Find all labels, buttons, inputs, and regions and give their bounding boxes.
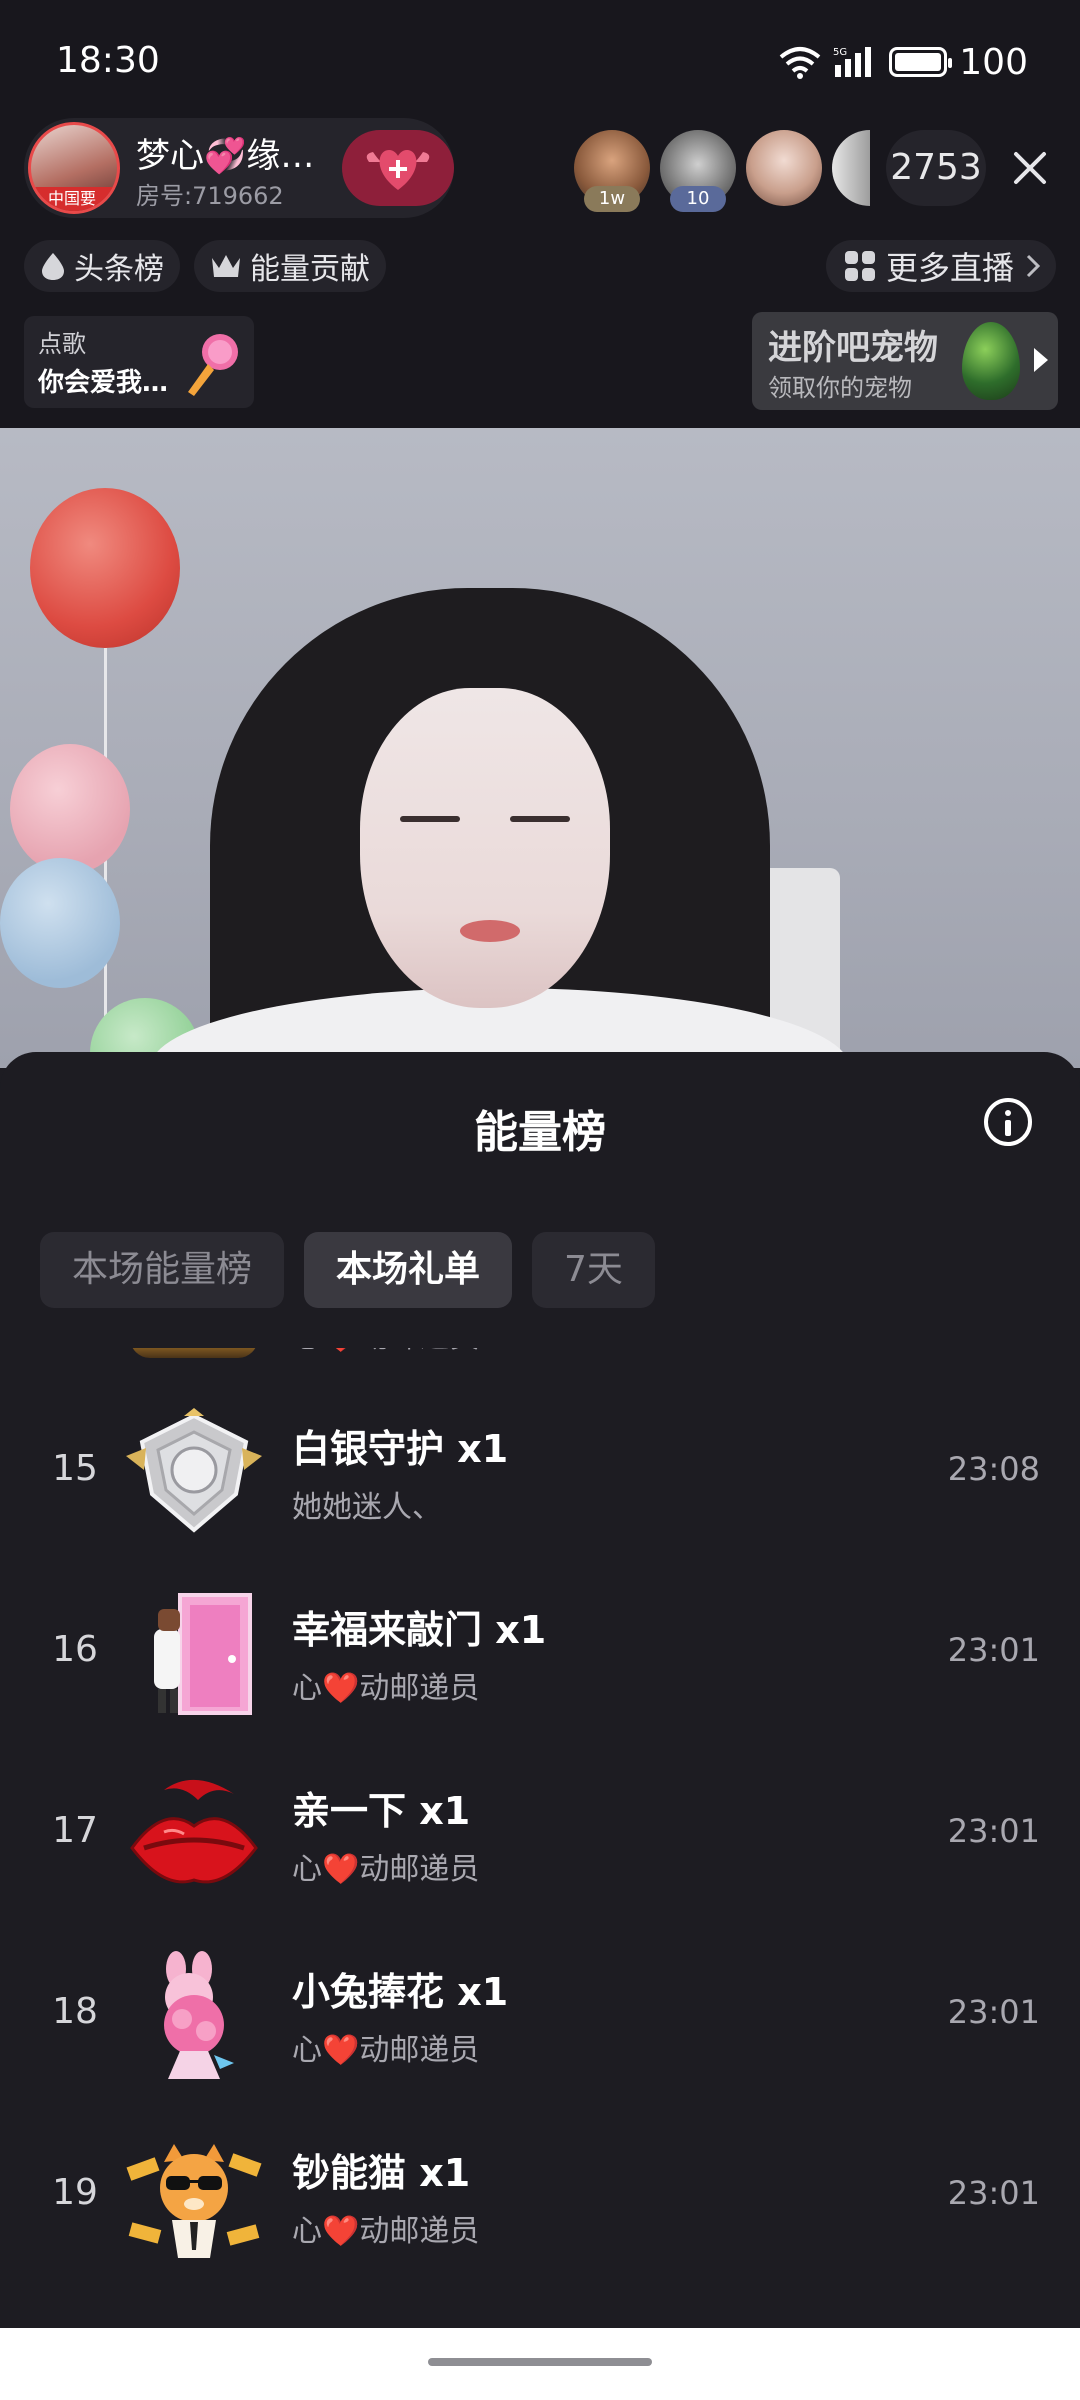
- eye: [400, 816, 460, 822]
- rank-number: 18: [52, 1991, 98, 2032]
- rank-number: 17: [52, 1810, 98, 1851]
- gift-giver: 心❤️动邮递员: [292, 1852, 480, 1887]
- tab-session-gift-list[interactable]: 本场礼单: [304, 1232, 513, 1308]
- gift-time: 23:01: [947, 1812, 1040, 1850]
- room-number: 房号:719662: [136, 182, 284, 210]
- status-time: 18:30: [56, 40, 160, 81]
- play-arrow-icon: [1034, 348, 1048, 372]
- follow-button[interactable]: [342, 130, 454, 206]
- home-indicator[interactable]: [428, 2358, 652, 2366]
- money-cat-icon: [126, 2144, 262, 2258]
- signal-label: 5G: [833, 47, 847, 58]
- gift-giver: 心❤️动邮递员: [292, 1671, 480, 1706]
- song-request-label: 点歌: [38, 330, 86, 358]
- tab-7-days[interactable]: 7天: [532, 1232, 655, 1308]
- tab-session-energy-rank[interactable]: 本场能量榜: [40, 1232, 285, 1308]
- battery-icon: [889, 47, 953, 77]
- rank-number: 15: [52, 1448, 98, 1489]
- viewer-avatar[interactable]: 10: [660, 130, 736, 212]
- crown-icon: [212, 255, 240, 277]
- streamer-face: [360, 688, 610, 1008]
- viewer-avatar[interactable]: [746, 130, 822, 206]
- tag-label: 头条榜: [74, 252, 164, 287]
- heart-wings-plus-icon: [366, 150, 430, 190]
- sheet-title: 能量榜: [474, 1107, 606, 1158]
- gift-name: 钞能猫 x1: [292, 2151, 471, 2195]
- gift-image-partial: [130, 1348, 258, 1358]
- battery-level: 100: [959, 41, 1028, 83]
- rank-tags: 头条榜 能量贡献: [24, 240, 386, 292]
- pet-promo-card[interactable]: 进阶吧宠物 领取你的宠物: [752, 312, 1058, 410]
- more-live-label: 更多直播: [885, 249, 1014, 287]
- rank-number: 16: [52, 1629, 98, 1670]
- tag-label: 能量贡献: [250, 252, 370, 287]
- viewer-avatar[interactable]: [832, 130, 870, 206]
- gift-name: 小兔捧花 x1: [292, 1970, 509, 2014]
- list-item[interactable]: 15 白银守护 x1 她她迷人、 23:08: [0, 1382, 1080, 1563]
- bunny-bouquet-icon: [164, 1951, 234, 2079]
- song-title: 你会爱我…: [38, 368, 169, 398]
- system-nav-bar: [0, 2328, 1080, 2400]
- drop-icon: [42, 253, 64, 280]
- viewer-level-badge: 10: [670, 186, 726, 212]
- red-lips-icon: [130, 1779, 258, 1884]
- list-item[interactable]: 19 钞能猫 x1 心❤️动邮递员 23:01: [0, 2106, 1080, 2287]
- wifi-icon: [779, 47, 821, 79]
- pet-egg-icon: [962, 322, 1020, 400]
- pet-promo-subtitle: 领取你的宠物: [768, 374, 912, 402]
- eye: [510, 816, 570, 822]
- gift-time: 23:01: [947, 2174, 1040, 2212]
- grid-icon: [844, 251, 875, 281]
- close-icon[interactable]: [1010, 148, 1050, 188]
- more-live-button[interactable]: 更多直播: [825, 240, 1056, 292]
- microphone-icon: [188, 334, 238, 396]
- live-video[interactable]: [0, 428, 1080, 1068]
- live-room-header: 18:30 5G 100 中国要 梦心💞缘… 房号:719662 1w 10 2…: [0, 0, 1080, 428]
- gift-giver: 她她迷人、: [292, 1490, 442, 1525]
- list-item[interactable]: 17 亲一下 x1 心❤️动邮递员 23:01: [0, 1744, 1080, 1925]
- gift-list[interactable]: 心❤️动邮递员 15 白银守护 x1 她她迷人、 23:08 16: [0, 1348, 1080, 2328]
- lips: [460, 920, 520, 942]
- list-item-partial[interactable]: 心❤️动邮递员: [0, 1348, 1080, 1380]
- signal-5g-icon: 5G: [833, 47, 872, 77]
- info-icon[interactable]: [984, 1098, 1032, 1146]
- balloon-pink: [10, 744, 130, 874]
- viewer-level-badge: 1w: [584, 186, 640, 212]
- gift-giver: 心❤️动邮递员: [292, 2214, 480, 2249]
- chevron-right-icon: [1026, 254, 1041, 278]
- status-bar: 18:30 5G 100: [0, 0, 1080, 118]
- host-avatar[interactable]: 中国要: [28, 122, 120, 214]
- gift-name: 白银守护 x1: [292, 1427, 509, 1471]
- energy-rank-sheet: 能量榜 本场能量榜 本场礼单 7天 心❤️动邮递员 15 白银守护 x1 她她迷…: [0, 1052, 1080, 2328]
- gift-name: 幸福来敲门 x1: [292, 1608, 547, 1652]
- tag-headline-rank[interactable]: 头条榜: [24, 240, 180, 292]
- song-request-card[interactable]: 点歌 你会爱我…: [24, 316, 254, 408]
- list-item[interactable]: 16 幸福来敲门 x1 心❤️动邮递员 23:01: [0, 1563, 1080, 1744]
- status-icons: 5G 100: [779, 40, 1028, 84]
- host-avatar-badge: 中国要: [31, 187, 117, 211]
- gift-giver: 心❤️动邮递员: [292, 1348, 479, 1356]
- host-info[interactable]: 中国要 梦心💞缘… 房号:719662: [24, 118, 454, 218]
- gift-time: 23:08: [947, 1450, 1040, 1488]
- rank-number: 19: [52, 2172, 98, 2213]
- viewer-avatar[interactable]: 1w: [574, 130, 650, 212]
- host-name: 梦心💞缘…: [136, 136, 315, 176]
- pink-door-icon: [154, 1593, 252, 1715]
- balloon-blue: [0, 858, 120, 988]
- top-viewers: 1w 10: [574, 130, 870, 212]
- gift-giver: 心❤️动邮递员: [292, 2033, 480, 2068]
- rank-tabs: 本场能量榜 本场礼单 7天: [40, 1232, 655, 1308]
- pet-promo-title: 进阶吧宠物: [768, 328, 938, 368]
- tag-energy-contribution[interactable]: 能量贡献: [194, 240, 386, 292]
- gift-time: 23:01: [947, 1631, 1040, 1669]
- gift-time: 23:01: [947, 1993, 1040, 2031]
- balloon-red: [30, 488, 180, 648]
- list-item[interactable]: 18 小兔捧花 x1 心❤️动邮递员 23:01: [0, 1925, 1080, 2106]
- silver-guard-shield-icon: [126, 1408, 262, 1533]
- viewer-count[interactable]: 2753: [886, 130, 986, 206]
- gift-name: 亲一下 x1: [292, 1789, 471, 1833]
